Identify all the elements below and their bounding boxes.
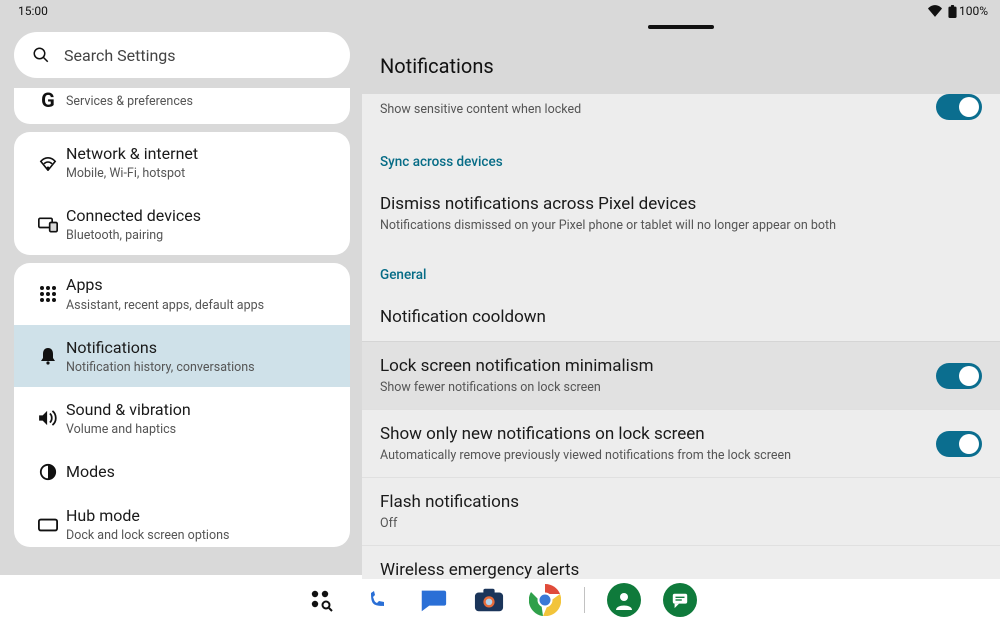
sidebar-item-title: Hub mode: [66, 506, 229, 525]
setting-only-new-notifications[interactable]: Show only new notifications on lock scre…: [362, 409, 1000, 477]
sidebar-item-sub: Dock and lock screen options: [66, 528, 229, 543]
setting-title: Lock screen notification minimalism: [380, 356, 936, 376]
setting-sub: Show sensitive content when locked: [380, 102, 936, 117]
battery-text: 100%: [959, 4, 988, 18]
modes-icon: [30, 463, 66, 481]
setting-sub: Show fewer notifications on lock screen: [380, 380, 936, 395]
camera-app-icon[interactable]: [472, 583, 506, 617]
setting-title: Notification cooldown: [380, 307, 982, 327]
search-settings-input[interactable]: Search Settings: [14, 32, 350, 78]
setting-sub: Off: [380, 516, 982, 531]
sidebar-item-google[interactable]: G Google Services & preferences: [14, 88, 350, 124]
apps-icon: [30, 285, 66, 303]
hub-icon: [30, 518, 66, 532]
volume-icon: [30, 410, 66, 426]
wifi-icon: [928, 5, 942, 17]
sidebar-card: Apps Assistant, recent apps, default app…: [14, 263, 350, 547]
setting-notification-cooldown[interactable]: Notification cooldown: [362, 293, 1000, 341]
setting-dismiss-across-devices[interactable]: Dismiss notifications across Pixel devic…: [362, 180, 1000, 247]
status-bar: 15:00 100%: [0, 0, 1000, 20]
phone-app-icon[interactable]: [360, 583, 394, 617]
toggle-switch[interactable]: [936, 431, 982, 457]
sidebar-item-title: Notifications: [66, 338, 255, 357]
setting-title: Wireless emergency alerts: [380, 560, 982, 579]
sidebar-item-modes[interactable]: Modes: [14, 449, 350, 493]
taskbar: [0, 575, 1000, 625]
sidebar-item-sub: Services & preferences: [66, 94, 193, 109]
section-header-general: General: [362, 247, 1000, 293]
sidebar-item-sound[interactable]: Sound & vibration Volume and haptics: [14, 387, 350, 449]
clock: 15:00: [18, 4, 48, 18]
page-title: Notifications: [362, 20, 1000, 94]
bell-icon: [30, 347, 66, 365]
sidebar-item-sub: Bluetooth, pairing: [66, 228, 201, 243]
battery-icon: [948, 5, 957, 18]
search-placeholder: Search Settings: [64, 46, 176, 65]
setting-title: Dismiss notifications across Pixel devic…: [380, 194, 982, 214]
setting-title: Flash notifications: [380, 492, 982, 512]
sidebar-item-title: Modes: [66, 462, 115, 481]
setting-sensitive-notifications[interactable]: Sensitive notifications Show sensitive c…: [362, 94, 1000, 134]
setting-sub: Notifications dismissed on your Pixel ph…: [380, 218, 982, 233]
sidebar-item-sub: Mobile, Wi-Fi, hotspot: [66, 166, 198, 181]
toggle-switch[interactable]: [936, 94, 982, 120]
notifications-page: Notifications Sensitive notifications Sh…: [362, 20, 1000, 575]
setting-sub: Automatically remove previously viewed n…: [380, 448, 936, 463]
setting-flash-notifications[interactable]: Flash notifications Off: [362, 477, 1000, 545]
toggle-switch[interactable]: [936, 363, 982, 389]
sidebar-item-connected[interactable]: Connected devices Bluetooth, pairing: [14, 193, 350, 255]
settings-list: Sensitive notifications Show sensitive c…: [362, 94, 1000, 579]
sidebar-item-title: Network & internet: [66, 144, 198, 163]
app-body: Search Settings G Google Services & pref…: [0, 20, 1000, 575]
sidebar-card: G Google Services & preferences: [14, 88, 350, 124]
sidebar-item-title: Connected devices: [66, 206, 201, 225]
sidebar-item-sub: Notification history, conversations: [66, 360, 255, 375]
sidebar-card: Network & internet Mobile, Wi-Fi, hotspo…: [14, 132, 350, 255]
section-header-sync: Sync across devices: [362, 134, 1000, 180]
sidebar-item-title: Sound & vibration: [66, 400, 191, 419]
sidebar-item-sub: Volume and haptics: [66, 422, 191, 437]
setting-lock-screen-minimalism[interactable]: Lock screen notification minimalism Show…: [362, 341, 1000, 409]
settings-sidebar: Search Settings G Google Services & pref…: [0, 20, 362, 575]
wifi-icon: [30, 155, 66, 171]
sidebar-item-sub: Assistant, recent apps, default apps: [66, 298, 264, 313]
google-icon: G: [30, 88, 66, 112]
sidebar-item-notifications[interactable]: Notifications Notification history, conv…: [14, 325, 350, 387]
chat-app-icon[interactable]: [663, 583, 697, 617]
chrome-app-icon[interactable]: [528, 583, 562, 617]
setting-emergency-alerts[interactable]: Wireless emergency alerts: [362, 545, 1000, 579]
app-drawer-icon[interactable]: [304, 583, 338, 617]
messages-app-icon[interactable]: [416, 583, 450, 617]
drag-handle[interactable]: [648, 25, 714, 29]
contacts-app-icon[interactable]: [607, 583, 641, 617]
sidebar-item-network[interactable]: Network & internet Mobile, Wi-Fi, hotspo…: [14, 132, 350, 193]
sidebar-item-hub[interactable]: Hub mode Dock and lock screen options: [14, 493, 350, 547]
search-icon: [32, 46, 50, 64]
sidebar-item-apps[interactable]: Apps Assistant, recent apps, default app…: [14, 263, 350, 324]
setting-title: Show only new notifications on lock scre…: [380, 424, 936, 444]
taskbar-separator: [584, 587, 585, 613]
devices-icon: [30, 217, 66, 233]
sidebar-item-title: Apps: [66, 275, 264, 294]
